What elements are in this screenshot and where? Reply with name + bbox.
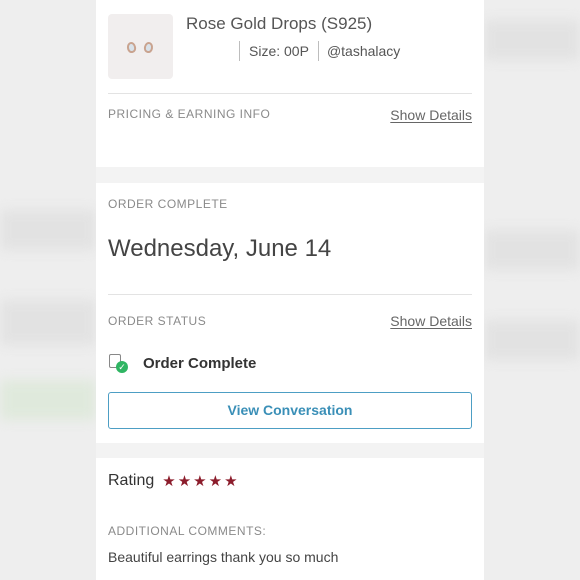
seller-username[interactable]: @tashalacy (319, 43, 400, 59)
status-row: ✓ Order Complete (108, 352, 256, 374)
item-thumbnail[interactable] (108, 14, 173, 79)
status-show-details-link[interactable]: Show Details (390, 313, 472, 329)
background-left (0, 0, 96, 580)
item-card: Rose Gold Drops (S925) Size: 00P @tashal… (96, 0, 484, 167)
rating-stars: ★ ★ ★ ★ ★ (162, 474, 239, 489)
earring-icon (143, 41, 154, 54)
order-details-panel: Rose Gold Drops (S925) Size: 00P @tashal… (96, 0, 484, 580)
comment-text: Beautiful earrings thank you so much (108, 549, 339, 565)
background-right (484, 0, 580, 580)
order-card: ORDER COMPLETE Wednesday, June 14 ORDER … (96, 183, 484, 443)
rating-row: Rating ★ ★ ★ ★ ★ (108, 470, 240, 492)
order-complete-icon: ✓ (108, 353, 128, 373)
order-date: Wednesday, June 14 (108, 235, 332, 262)
divider (108, 294, 472, 295)
star-icon: ★ (193, 472, 207, 490)
order-status-text: Order Complete (143, 354, 257, 372)
comments-label: ADDITIONAL COMMENTS: (108, 524, 267, 538)
rating-label: Rating (108, 472, 155, 489)
view-conversation-button[interactable]: View Conversation (108, 392, 472, 429)
item-title[interactable]: Rose Gold Drops (S925) (186, 14, 372, 34)
rating-card: Rating ★ ★ ★ ★ ★ ADDITIONAL COMMENTS: Beauti… (96, 458, 484, 580)
pricing-label: PRICING & EARNING INFO (108, 107, 271, 121)
item-size: Size: 00P (249, 43, 309, 59)
star-icon: ★ (162, 472, 176, 490)
star-icon: ★ (177, 472, 192, 490)
pricing-show-details-link[interactable]: Show Details (390, 107, 472, 123)
star-icon: ★ (224, 472, 238, 490)
divider (108, 93, 472, 94)
item-meta: Size: 00P @tashalacy (239, 41, 400, 61)
order-complete-label: ORDER COMPLETE (108, 197, 228, 211)
star-icon: ★ (208, 472, 223, 490)
earring-icon (126, 41, 137, 54)
order-status-label: ORDER STATUS (108, 314, 207, 328)
